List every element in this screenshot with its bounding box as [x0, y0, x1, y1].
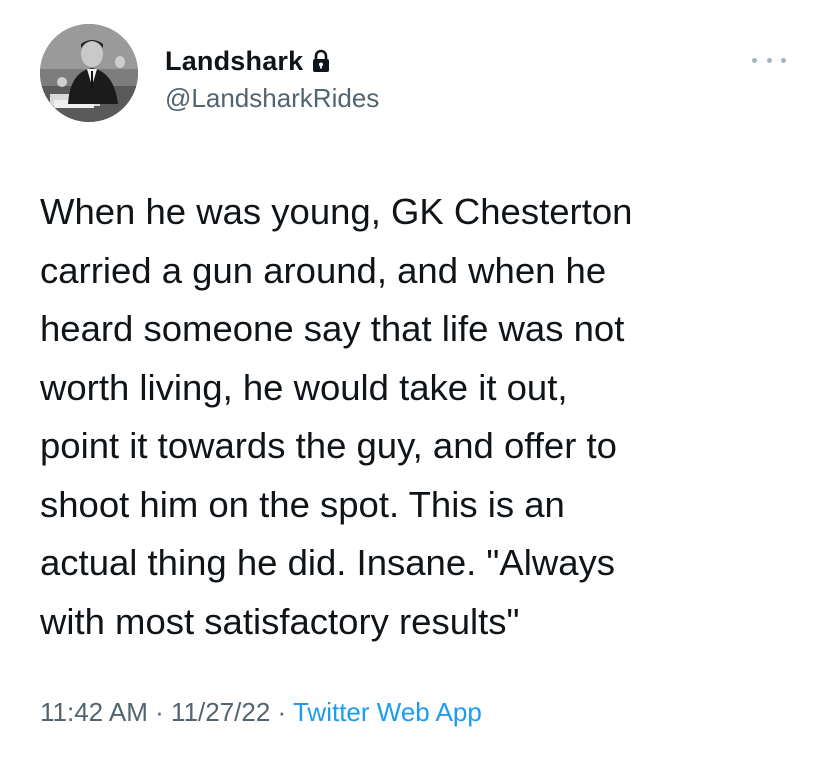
tweet-metadata: 11:42 AM · 11/27/22 · Twitter Web App [40, 697, 482, 728]
separator: · [270, 697, 293, 727]
separator: · [147, 697, 172, 727]
more-horizontal-icon[interactable] [752, 50, 786, 70]
author-name-row: Landshark [165, 44, 331, 78]
dot [766, 57, 772, 63]
tweet-source-link[interactable]: Twitter Web App [293, 697, 482, 727]
avatar[interactable] [40, 24, 138, 122]
dot [781, 57, 786, 63]
tweet: Landshark @LandsharkRides When he was yo… [0, 0, 828, 757]
tweet-date[interactable]: 11/27/22 [171, 697, 270, 727]
dot [752, 57, 757, 63]
author-display-name[interactable]: Landshark [165, 46, 303, 77]
tweet-time[interactable]: 11:42 AM [40, 697, 148, 727]
tweet-text: When he was young, GK Chesterton carried… [40, 191, 633, 642]
avatar-photo [40, 24, 138, 122]
author-handle[interactable]: @LandsharkRides [165, 83, 379, 114]
lock-icon [311, 49, 331, 73]
